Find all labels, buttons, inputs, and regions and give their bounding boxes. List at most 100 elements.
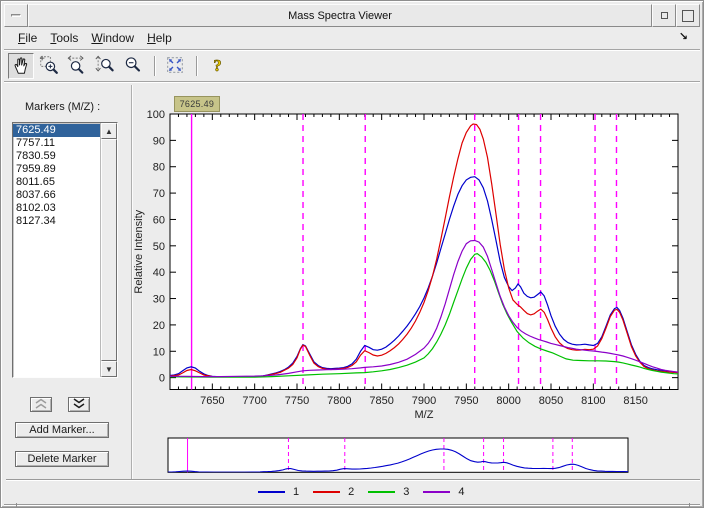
- window-title: Mass Spectra Viewer: [28, 4, 652, 27]
- markers-listbox[interactable]: 7625.49 7757.11 7830.59 7959.89 8011.65 8037.…: [12, 122, 118, 378]
- legend-label: 1: [293, 485, 300, 498]
- marker-list-item[interactable]: 8102.03: [13, 202, 100, 215]
- menu-item-window[interactable]: Window: [85, 29, 140, 47]
- double-chevron-up-icon: [34, 398, 48, 412]
- y-tick-label: 20: [153, 320, 165, 332]
- y-axis-title: Relative Intensity: [133, 209, 145, 293]
- legend-item-1: 1: [258, 486, 299, 498]
- scroll-thumb[interactable]: [101, 139, 117, 361]
- x-tick-label: 7650: [200, 395, 224, 407]
- maximize-button[interactable]: [676, 4, 700, 27]
- legend-line-icon: [423, 490, 451, 493]
- legend-line-icon: [368, 490, 396, 493]
- minimize-button[interactable]: [652, 4, 676, 27]
- fit-view-button[interactable]: [162, 53, 188, 79]
- marker-list-item[interactable]: 7830.59: [13, 150, 100, 163]
- y-tick-label: 50: [153, 241, 165, 253]
- y-tick-label: 100: [147, 109, 165, 121]
- menu-item-help[interactable]: Help: [141, 29, 178, 47]
- marker-list-item[interactable]: 7625.49: [13, 124, 100, 137]
- chart-legend: 1 2 3 4: [6, 479, 700, 503]
- legend-line-icon: [313, 490, 341, 493]
- legend-label: 2: [348, 485, 355, 498]
- svg-text:?: ?: [213, 55, 221, 74]
- window-menu-icon: [11, 14, 21, 17]
- toolbar-separator: [196, 56, 198, 76]
- x-tick-label: 7800: [327, 395, 351, 407]
- window-menu-button[interactable]: [4, 4, 28, 27]
- marker-list-item[interactable]: 8011.65: [13, 176, 100, 189]
- help-icon: ?: [206, 54, 228, 79]
- y-tick-label: 90: [153, 135, 165, 147]
- y-tick-label: 60: [153, 214, 165, 226]
- marker-lines: [190, 114, 618, 390]
- legend-label: 4: [458, 485, 465, 498]
- marker-list-item[interactable]: 7959.89: [13, 163, 100, 176]
- marker-list-item[interactable]: 8127.34: [13, 215, 100, 228]
- x-tick-label: 8100: [581, 395, 605, 407]
- marker-list-item[interactable]: 8037.66: [13, 189, 100, 202]
- x-tick-label: 8000: [496, 395, 520, 407]
- double-chevron-down-icon: [72, 397, 86, 412]
- marker-list-item[interactable]: 7757.11: [13, 137, 100, 150]
- menubar-overflow-arrow-icon[interactable]: ↘: [679, 30, 688, 43]
- fit-view-icon: [164, 54, 186, 79]
- main-plot-canvas[interactable]: [169, 113, 679, 390]
- legend-label: 3: [403, 485, 410, 498]
- zoom-vertical-button[interactable]: [92, 53, 118, 79]
- toolbar: ?: [4, 51, 700, 82]
- x-tick-label: 7950: [454, 395, 478, 407]
- scroll-up-button[interactable]: ▲: [101, 123, 117, 139]
- statusbar-divider: [4, 504, 700, 505]
- marker-value-tooltip: 7625.49: [173, 96, 221, 112]
- menu-item-file[interactable]: File: [12, 29, 43, 47]
- y-tick-label: 10: [153, 346, 165, 358]
- zoom-selection-icon: [38, 54, 60, 79]
- resize-notch-left: [16, 503, 17, 507]
- y-tick-label: 80: [153, 162, 165, 174]
- add-marker-button[interactable]: Add Marker...: [15, 422, 109, 438]
- zoom-horizontal-icon: [66, 54, 88, 79]
- axis-ticks: [170, 113, 678, 390]
- legend-line-icon: [258, 490, 285, 493]
- maximize-icon: [682, 9, 694, 22]
- menu-item-tools[interactable]: Tools: [44, 29, 84, 47]
- app-window: 7650 7700 7750 7800 7850 7900 7950 8000 8050 8100…: [0, 0, 704, 508]
- zoom-out-icon: [122, 54, 144, 79]
- zoom-vertical-icon: [94, 54, 116, 79]
- x-tick-label: 8050: [539, 395, 563, 407]
- move-marker-up-button[interactable]: [30, 397, 52, 412]
- markers-scrollbar[interactable]: ▲ ▼: [100, 123, 117, 377]
- x-tick-label: 8150: [623, 395, 647, 407]
- x-tick-label: 7700: [242, 395, 266, 407]
- menubar: File Tools Window Help ↘: [4, 27, 700, 50]
- y-tick-label: 30: [153, 294, 165, 306]
- y-tick-label: 0: [159, 373, 165, 385]
- delete-marker-button[interactable]: Delete Marker: [15, 451, 109, 467]
- pan-hand-icon: [10, 54, 32, 79]
- x-tick-label: 7750: [285, 395, 309, 407]
- zoom-selection-button[interactable]: [36, 53, 62, 79]
- toolbar-separator: [154, 56, 156, 76]
- x-axis-title: M/Z: [415, 409, 434, 421]
- zoom-horizontal-button[interactable]: [64, 53, 90, 79]
- overview-series-curve: [168, 448, 628, 473]
- resize-notch-right: [689, 503, 690, 507]
- x-tick-label: 7850: [369, 395, 393, 407]
- x-tick-label: 7900: [412, 395, 436, 407]
- pan-hand-button[interactable]: [8, 53, 34, 79]
- series-1-curve: [170, 176, 678, 378]
- zoom-out-button[interactable]: [120, 53, 146, 79]
- help-button[interactable]: ?: [204, 53, 230, 79]
- move-marker-down-button[interactable]: [68, 397, 90, 412]
- series-3-curve: [170, 253, 678, 378]
- series-2-curve: [170, 123, 678, 378]
- titlebar: Mass Spectra Viewer: [4, 4, 700, 27]
- overview-plot-canvas[interactable]: [167, 437, 629, 473]
- y-tick-label: 40: [153, 267, 165, 279]
- y-tick-label: 70: [153, 188, 165, 200]
- legend-item-3: 3: [368, 486, 409, 498]
- panel-splitter[interactable]: [131, 85, 133, 479]
- scroll-down-button[interactable]: ▼: [101, 361, 117, 377]
- minimize-icon: [660, 12, 668, 19]
